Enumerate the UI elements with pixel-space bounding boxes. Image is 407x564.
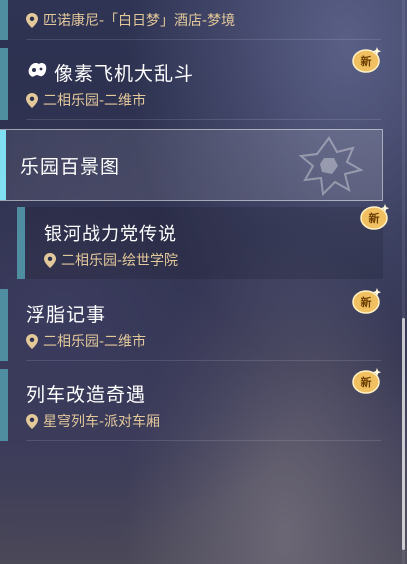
new-badge: 新 — [351, 367, 382, 395]
map-pin-icon — [26, 333, 38, 349]
map-pin-icon — [44, 252, 56, 268]
new-badge: 新 — [351, 287, 382, 315]
item-location-label: 星穹列车-派对车厢 — [43, 414, 161, 430]
item-location: 二相乐园-二维市 — [26, 90, 146, 110]
list-item-selected[interactable]: 银河战力党传说 二相乐园-绘世学院 新 — [17, 204, 390, 279]
list-item[interactable]: 匹诺康尼-「白日梦」酒店-梦境 — [0, 0, 381, 40]
item-location: 二相乐园-绘世学院 — [44, 250, 178, 270]
map-pin-icon — [26, 413, 38, 429]
item-location: 二相乐园-二维市 — [26, 331, 146, 351]
item-divider — [26, 119, 381, 120]
item-title: 银河战力党传说 — [44, 224, 177, 245]
list-item[interactable]: 列车改造奇遇 星穹列车-派对车厢 新 — [0, 367, 382, 441]
item-location: 星穹列车-派对车厢 — [26, 411, 160, 431]
list-item[interactable]: 像素飞机大乱斗 二相乐园-二维市 新 — [0, 46, 382, 120]
item-accent-bar — [0, 48, 8, 120]
section-header[interactable]: 乐园百景图 — [0, 129, 383, 201]
item-location-label: 二相乐园-二维市 — [43, 334, 147, 350]
item-title: 像素飞机大乱斗 — [54, 63, 195, 85]
emblem-icon — [298, 136, 364, 196]
new-badge-label: 新 — [360, 55, 372, 68]
item-location: 匹诺康尼-「白日梦」酒店-梦境 — [26, 10, 235, 30]
section-title: 乐园百景图 — [20, 156, 121, 178]
new-badge: 新 — [359, 203, 390, 231]
new-badge: 新 — [351, 46, 382, 74]
list-item[interactable]: 浮脂记事 二相乐园-二维市 新 — [0, 287, 382, 361]
item-divider — [26, 360, 381, 361]
item-location-label: 二相乐园-二维市 — [43, 93, 147, 109]
item-accent-bar — [0, 369, 8, 441]
item-location-label: 二相乐园-绘世学院 — [61, 253, 179, 269]
item-accent-bar — [17, 207, 25, 279]
item-title: 浮脂记事 — [26, 304, 107, 326]
item-accent-bar — [0, 0, 8, 40]
item-accent-bar — [0, 289, 8, 361]
controller-icon — [28, 62, 47, 77]
map-pin-icon — [26, 92, 38, 108]
item-divider — [26, 39, 381, 40]
new-badge-label: 新 — [360, 376, 372, 389]
new-badge-label: 新 — [368, 212, 380, 225]
section-accent-bar — [0, 130, 6, 200]
scrollbar-thumb[interactable] — [402, 318, 405, 550]
item-location-label: 匹诺康尼-「白日梦」酒店-梦境 — [43, 13, 236, 29]
item-title: 列车改造奇遇 — [26, 384, 147, 406]
new-badge-label: 新 — [360, 296, 372, 309]
item-divider — [26, 440, 381, 441]
map-pin-icon — [26, 12, 38, 28]
